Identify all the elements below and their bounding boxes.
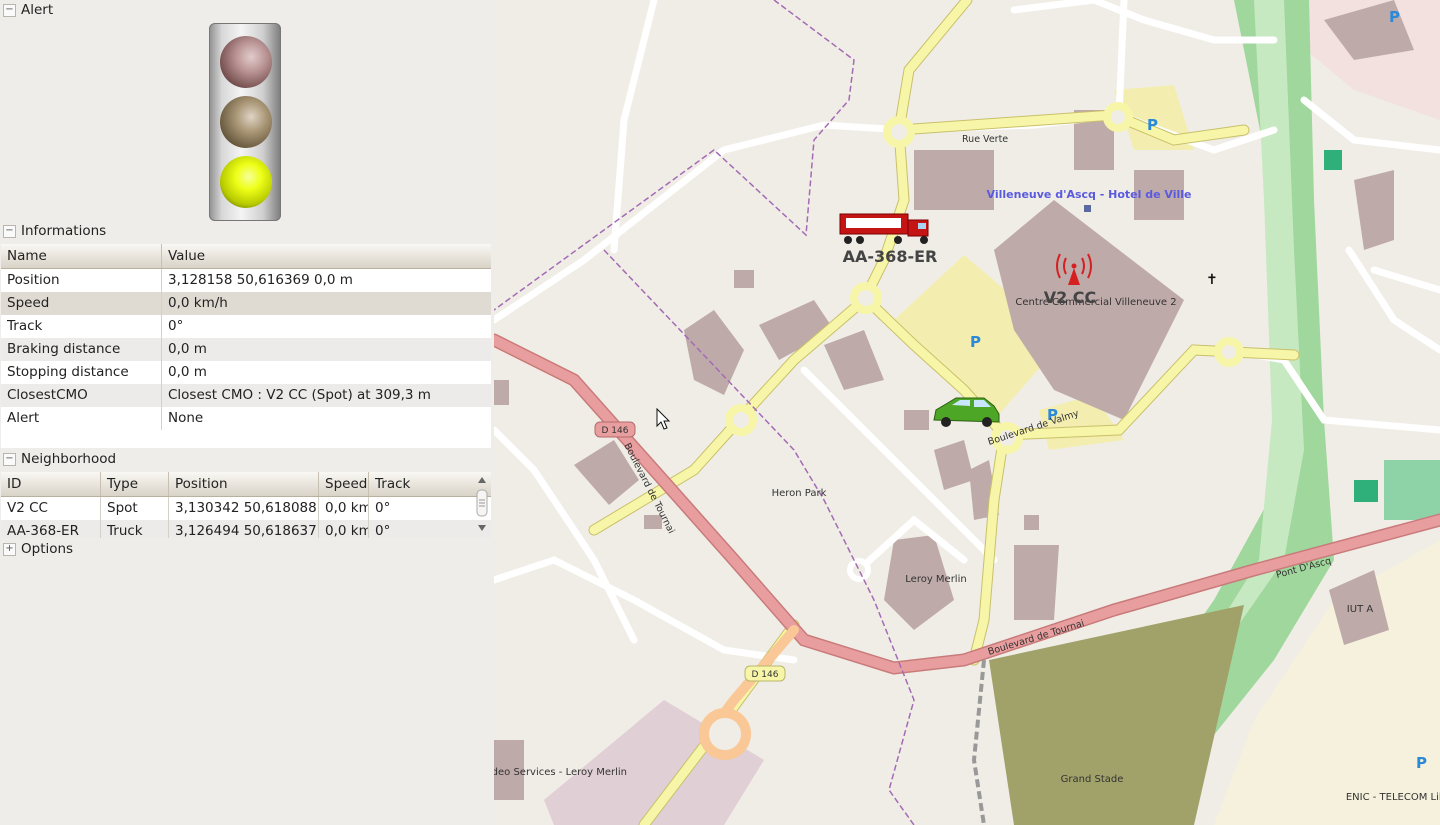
place-label-enic: ENIC - TELECOM Lille 1 (1346, 792, 1440, 803)
place-label-leroy-merlin: Leroy Merlin (905, 574, 966, 585)
cell-speed: 0,0 km (319, 497, 369, 520)
table-row[interactable]: Speed 0,0 km/h (1, 292, 491, 315)
cell-position: 3,130342 50,618088 0 (169, 497, 319, 520)
spot-label: V2 CC (1044, 288, 1097, 307)
place-label-adeo: Adeo Services - Leroy Merlin (494, 767, 627, 778)
table-header: ID Type Position Speed Track (1, 472, 491, 497)
side-panel: − Alert − Informations Name Value Positi… (0, 0, 494, 825)
street-label: Rue Verte (962, 134, 1008, 145)
row-name: Braking distance (1, 338, 162, 361)
column-header-value[interactable]: Value (162, 244, 491, 268)
traffic-light (209, 23, 281, 221)
amber-lamp-icon (220, 96, 272, 148)
cell-type: Spot (101, 497, 169, 520)
place-label-heron-park: Heron Park (772, 488, 827, 499)
column-header-position[interactable]: Position (169, 472, 319, 496)
cell-position: 3,126494 50,618637 0 (169, 520, 319, 538)
neighborhood-table: ID Type Position Speed Track V2 CC Spot … (1, 472, 491, 538)
table-header: Name Value (1, 244, 491, 269)
row-value: None (168, 410, 204, 426)
parking-label: P (1389, 8, 1400, 26)
row-name: ClosestCMO (1, 384, 162, 407)
row-value: 3,128158 50,616369 0,0 m (168, 272, 353, 288)
row-value: Closest CMO : V2 CC (Spot) at 309,3 m (168, 387, 431, 403)
column-header-name[interactable]: Name (1, 244, 162, 268)
road-shield-d146: D 146 (594, 421, 636, 438)
parking-label: P (970, 333, 981, 351)
parking-label: P (1416, 754, 1427, 772)
station-label: Villeneuve d'Ascq - Hotel de Ville (987, 188, 1192, 201)
table-row[interactable]: Track 0° (1, 315, 491, 338)
row-value: 0,0 m (168, 341, 207, 357)
column-header-speed[interactable]: Speed (319, 472, 369, 496)
table-row[interactable]: Braking distance 0,0 m (1, 338, 491, 361)
station-icon (1084, 205, 1091, 212)
informations-rows: Position 3,128158 50,616369 0,0 m Speed 0,… (1, 269, 491, 430)
row-value: 0,0 m (168, 364, 207, 380)
column-header-type[interactable]: Type (101, 472, 169, 496)
neighborhood-title: Neighborhood (21, 451, 117, 467)
informations-table: Name Value Position 3,128158 50,616369 0,… (1, 244, 491, 448)
expand-icon[interactable]: + (3, 542, 16, 556)
informations-section-header[interactable]: − Informations (0, 221, 106, 241)
row-name: Alert (1, 407, 162, 430)
informations-title: Informations (21, 223, 107, 239)
road-shield-d146: D 146 (744, 665, 786, 682)
church-icon: ✝ (1206, 272, 1218, 288)
table-row[interactable]: Position 3,128158 50,616369 0,0 m (1, 269, 491, 292)
table-row[interactable]: Alert None (1, 407, 491, 430)
place-label-iut: IUT A (1347, 604, 1374, 615)
column-header-track[interactable]: Track (369, 472, 475, 496)
cell-id: AA-368-ER (1, 520, 101, 538)
cell-track: 0° (375, 523, 391, 538)
cell-speed: 0,0 km (319, 520, 369, 538)
vertical-scrollbar[interactable] (475, 472, 489, 536)
svg-text:D 146: D 146 (752, 670, 779, 680)
row-name: Track (1, 315, 162, 338)
table-row[interactable]: ClosestCMO Closest CMO : V2 CC (Spot) at … (1, 384, 491, 407)
parking-label: P (1147, 116, 1158, 134)
map-canvas[interactable]: P P P P P Rue Verte Boulevard de Valmy B… (494, 0, 1440, 825)
collapse-icon[interactable]: − (3, 224, 16, 238)
cell-type: Truck (101, 520, 169, 538)
row-value: 0° (168, 318, 184, 334)
map-view[interactable]: P P P P P Rue Verte Boulevard de Valmy B… (494, 0, 1440, 825)
green-lamp-icon (220, 156, 272, 208)
options-section-header[interactable]: + Options (0, 539, 73, 559)
row-name: Stopping distance (1, 361, 162, 384)
alert-title: Alert (21, 2, 54, 18)
svg-text:D 146: D 146 (602, 426, 629, 436)
table-row[interactable]: AA-368-ER Truck 3,126494 50,618637 0 0,0… (1, 520, 491, 538)
row-name: Position (1, 269, 162, 292)
collapse-icon[interactable]: − (3, 3, 16, 17)
table-row[interactable]: Stopping distance 0,0 m (1, 361, 491, 384)
cell-track: 0° (375, 500, 391, 516)
row-name: Speed (1, 292, 162, 315)
alert-section-header[interactable]: − Alert (0, 0, 53, 20)
place-label-grand-stade: Grand Stade (1061, 774, 1124, 785)
column-header-id[interactable]: ID (1, 472, 101, 496)
cell-id: V2 CC (1, 497, 101, 520)
options-title: Options (21, 541, 74, 557)
row-value: 0,0 km/h (168, 295, 228, 311)
green-area (1324, 150, 1342, 170)
truck-label: AA-368-ER (843, 247, 938, 266)
collapse-icon[interactable]: − (3, 452, 16, 466)
red-lamp-icon (220, 36, 272, 88)
table-row[interactable]: V2 CC Spot 3,130342 50,618088 0 0,0 km 0… (1, 497, 491, 520)
neighborhood-section-header[interactable]: − Neighborhood (0, 449, 116, 469)
